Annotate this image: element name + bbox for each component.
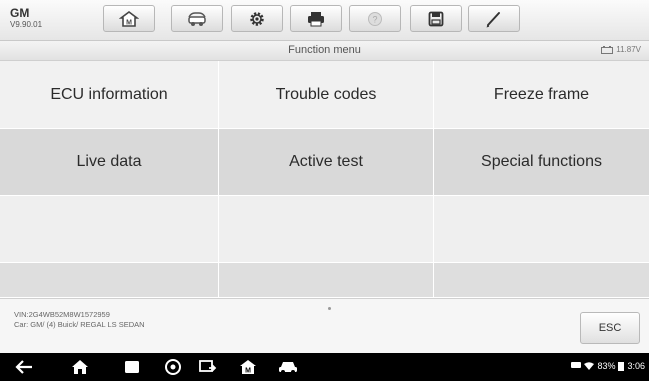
menu-item-live-data[interactable]: Live data	[0, 129, 219, 196]
system-navigation-bar: M 83% 3:06	[0, 353, 649, 381]
home-icon: M	[119, 10, 139, 27]
save-icon	[428, 11, 444, 26]
battery-percent: 83%	[597, 361, 616, 371]
menu-item-empty	[434, 196, 649, 263]
browser-button[interactable]	[163, 358, 183, 376]
wifi-icon	[584, 362, 595, 370]
pen-icon	[486, 11, 500, 27]
brand-name: GM	[10, 6, 30, 20]
house-icon	[72, 360, 88, 374]
status-area: 83% 3:06	[571, 361, 645, 371]
help-button[interactable]: ?	[349, 5, 401, 32]
help-icon: ?	[368, 11, 382, 26]
svg-text:M: M	[126, 19, 132, 26]
page-title: Function menu	[288, 44, 361, 56]
function-menu-grid: ECU information Trouble codes Freeze fra…	[0, 61, 649, 298]
clock: 3:06	[627, 361, 645, 371]
menu-item-special-functions[interactable]: Special functions	[434, 129, 649, 196]
software-version: V9.90.01	[10, 20, 43, 29]
menu-item-ecu-information[interactable]: ECU information	[0, 61, 219, 129]
home-button[interactable]: M	[103, 5, 155, 32]
brand-block: GM V9.90.01	[10, 7, 42, 30]
svg-text:M: M	[245, 368, 251, 375]
menu-item-empty	[0, 263, 219, 298]
vehicle-swap-icon	[188, 11, 206, 26]
recent-apps-icon	[125, 361, 139, 373]
back-button[interactable]	[14, 358, 34, 376]
car-icon	[279, 362, 297, 374]
voltage-indicator: 11.87V	[601, 45, 641, 54]
diagnostics-home-button[interactable]: M	[238, 358, 258, 376]
car-text: Car: GM/ (4) Buick/ REGAL LS SEDAN	[14, 320, 145, 329]
menu-item-empty	[219, 196, 434, 263]
home-nav-button[interactable]	[70, 358, 90, 376]
menu-item-empty	[219, 263, 434, 298]
print-button[interactable]	[290, 5, 342, 32]
settings-button[interactable]	[231, 5, 283, 32]
maxisys-home-icon: M	[240, 360, 256, 375]
annotate-button[interactable]	[468, 5, 520, 32]
printer-icon	[308, 11, 324, 26]
remote-support-button[interactable]	[198, 358, 218, 376]
function-menu-header: Function menu 11.87V	[0, 41, 649, 61]
menu-item-trouble-codes[interactable]: Trouble codes	[219, 61, 434, 129]
vehicle-swap-button[interactable]	[171, 5, 223, 32]
battery-icon	[618, 362, 625, 371]
svg-text:?: ?	[372, 14, 377, 24]
chrome-icon	[165, 359, 181, 375]
vehicle-info-footer: VIN:2G4WB52M8W1572959 Car: GM/ (4) Buick…	[0, 298, 649, 354]
page-indicator-dot	[328, 307, 331, 310]
voltage-value: 11.87V	[616, 45, 641, 54]
remote-desk-icon	[199, 360, 217, 372]
menu-item-empty	[434, 263, 649, 298]
save-button[interactable]	[410, 5, 462, 32]
back-arrow-icon	[15, 360, 32, 374]
esc-button[interactable]: ESC	[580, 312, 640, 344]
recent-apps-button[interactable]	[122, 358, 142, 376]
chat-icon	[571, 362, 582, 368]
menu-item-active-test[interactable]: Active test	[219, 129, 434, 196]
menu-item-empty	[0, 196, 219, 263]
menu-item-freeze-frame[interactable]: Freeze frame	[434, 61, 649, 129]
vehicle-info: VIN:2G4WB52M8W1572959 Car: GM/ (4) Buick…	[14, 310, 145, 330]
battery-voltage-icon	[601, 45, 614, 54]
vin-text: VIN:2G4WB52M8W1572959	[14, 310, 110, 319]
top-toolbar: GM V9.90.01 M ?	[0, 0, 649, 41]
gear-icon	[250, 11, 264, 26]
vehicle-nav-button[interactable]	[278, 358, 298, 376]
